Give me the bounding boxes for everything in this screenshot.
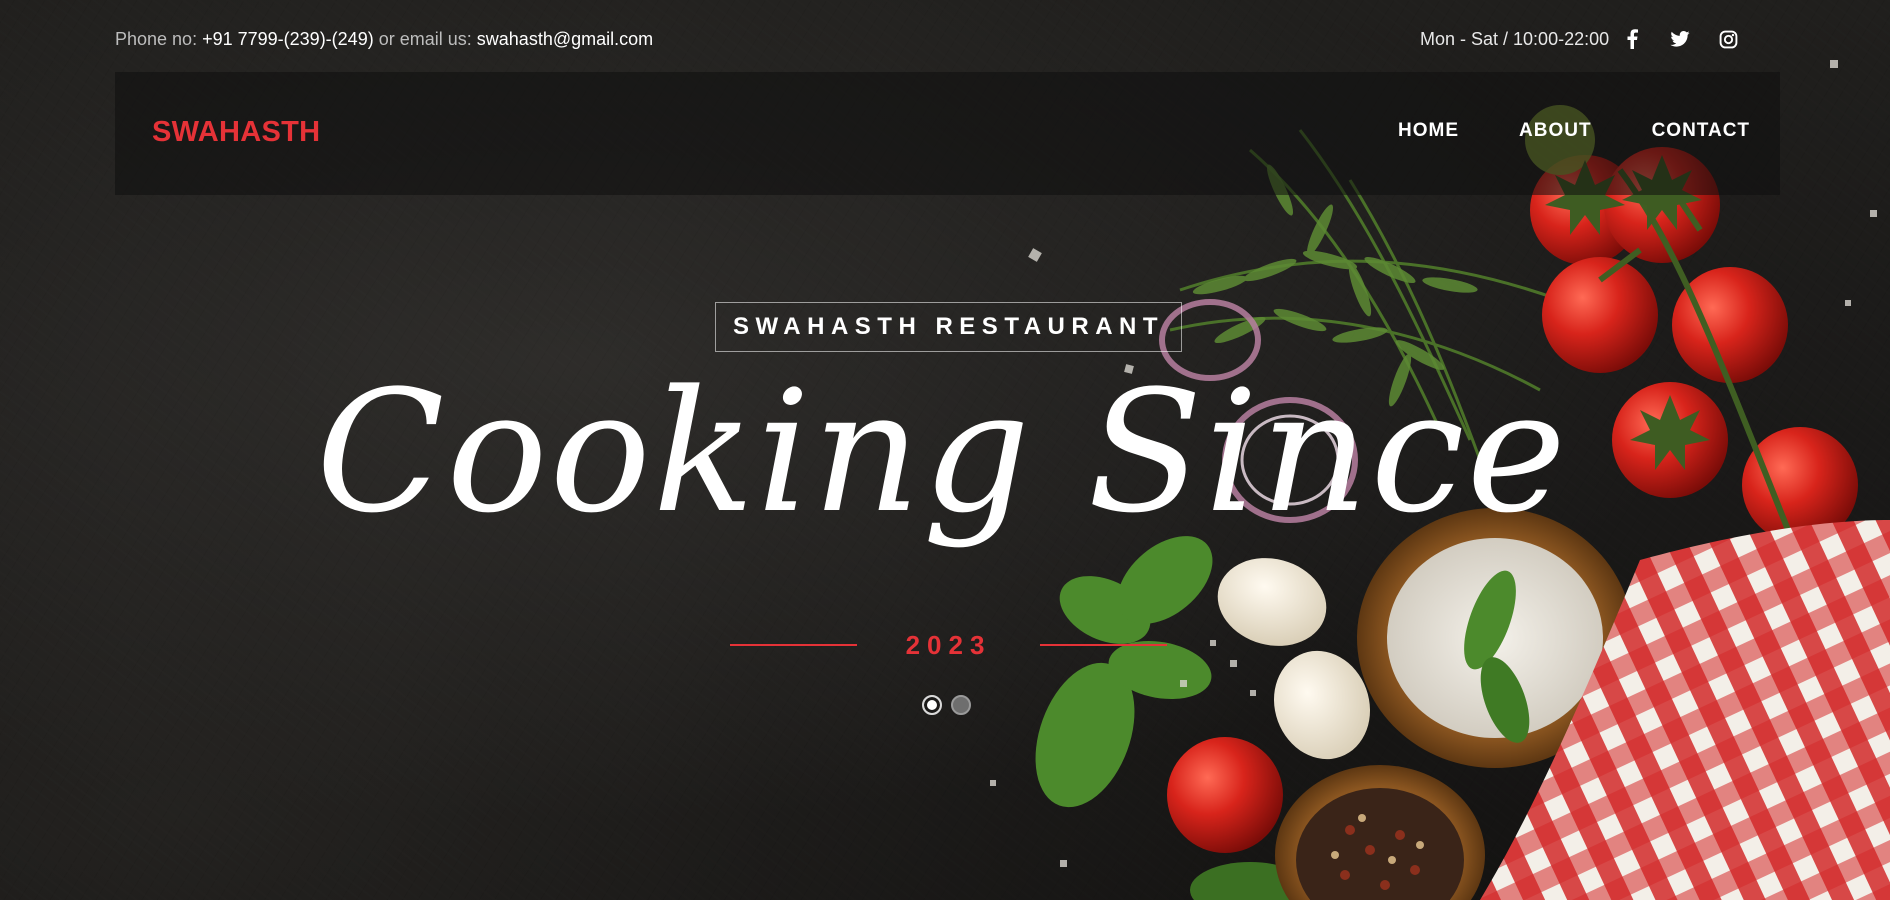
twitter-icon[interactable] — [1669, 28, 1691, 50]
slider-dots — [922, 695, 971, 715]
nav-home[interactable]: HOME — [1398, 120, 1459, 142]
nav-contact[interactable]: CONTACT — [1652, 120, 1750, 142]
brand-logo[interactable]: SWAHASTH — [152, 116, 320, 149]
email-label: or email us: — [378, 28, 472, 49]
hero-eyebrow: SWAHASTH RESTAURANT — [715, 302, 1182, 352]
email-address[interactable]: swahasth@gmail.com — [477, 29, 653, 50]
year-row: 2023 — [730, 630, 1167, 660]
opening-hours: Mon - Sat / 10:00-22:00 — [1420, 28, 1610, 49]
phone-label: Phone no: — [115, 28, 198, 49]
hero-year: 2023 — [905, 629, 992, 660]
main-navbar: SWAHASTH HOME ABOUT CONTACT — [115, 72, 1780, 195]
left-divider — [730, 644, 857, 646]
instagram-icon[interactable] — [1717, 28, 1739, 50]
slide-dot-2[interactable] — [951, 695, 971, 715]
phone-number[interactable]: +91 7799-(239)-(249) — [202, 29, 374, 50]
hero-section: Phone no: +91 7799-(239)-(249) or email … — [0, 0, 1890, 900]
hero-headline: Cooking Since — [315, 354, 1569, 550]
nav-links: HOME ABOUT CONTACT — [1398, 120, 1750, 142]
facebook-icon[interactable] — [1621, 28, 1643, 50]
top-info-bar: Phone no: +91 7799-(239)-(249) or email … — [115, 26, 1890, 52]
hours-and-social: Mon - Sat / 10:00-22:00 — [1420, 28, 1739, 50]
social-links — [1621, 28, 1739, 50]
right-divider — [1040, 644, 1167, 646]
nav-about[interactable]: ABOUT — [1519, 120, 1592, 142]
slide-dot-1[interactable] — [922, 695, 942, 715]
contact-info: Phone no: +91 7799-(239)-(249) or email … — [115, 29, 653, 50]
